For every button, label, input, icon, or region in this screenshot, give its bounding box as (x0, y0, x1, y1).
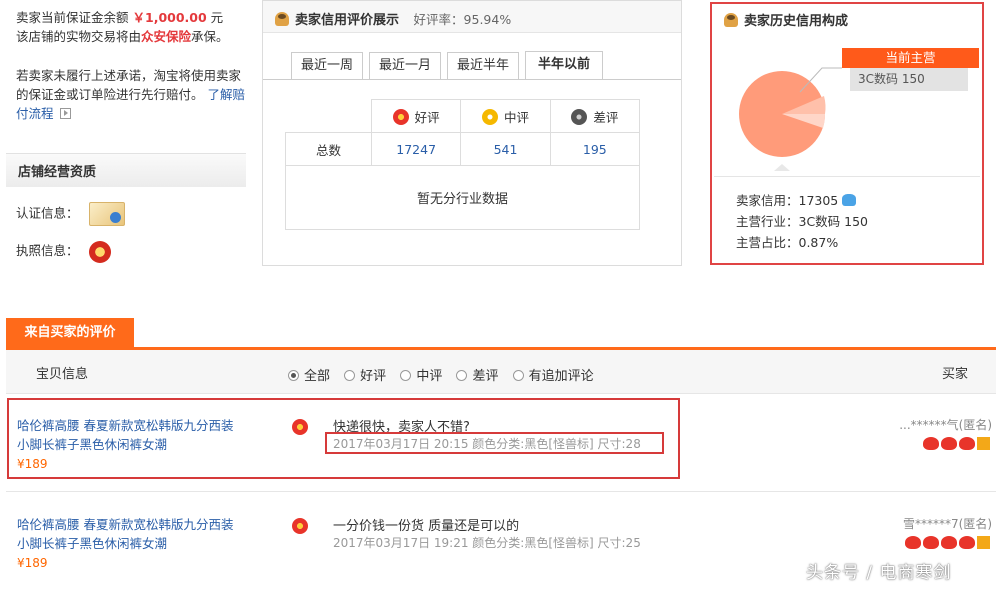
good-review-icon (292, 518, 308, 534)
insurance-label: 该店铺的实物交易将由 (16, 29, 142, 44)
mid-header: 中评 (460, 99, 551, 133)
seller-icon (275, 12, 289, 26)
history-divider (714, 176, 980, 177)
license-badge-icon[interactable] (88, 240, 111, 263)
good-count[interactable]: 17247 (370, 132, 462, 166)
heart-icon (923, 536, 939, 549)
review-filter-row: 宝贝信息 全部 好评 中评 差评 有追加评论 买家 (6, 350, 996, 394)
filter-followup-label: 有追加评论 (528, 369, 594, 384)
mid-flower-icon (481, 108, 498, 125)
industry-line: 主营行业：3C数码 150 (736, 214, 869, 229)
buyer-level-hearts (921, 436, 990, 450)
filter-mid-label: 中评 (416, 369, 443, 384)
product-price: ¥189 (17, 556, 48, 570)
heart-icon (923, 437, 939, 450)
bad-header: 差评 (549, 99, 641, 133)
history-panel: 卖家历史信用构成 当前主营 3C数码 150 卖家信用：17305 主营行业：3… (710, 2, 984, 265)
product-info: 哈伦裤高腰 春夏新款宽松韩版九分西装小脚长裤子黑色休闲裤女潮 ¥189 (17, 515, 237, 573)
review-divider (6, 491, 996, 492)
history-details: 卖家信用：17305 主营行业：3C数码 150 主营占比：0.87% (736, 190, 868, 253)
crown-icon (842, 194, 857, 206)
filter-all-label: 全部 (304, 369, 331, 384)
good-header: 好评 (370, 99, 462, 133)
no-industry-data: 暂无分行业数据 (285, 165, 640, 230)
mid-count[interactable]: 541 (460, 132, 551, 166)
tab-before-half-year[interactable]: 半年以前 (525, 51, 603, 80)
credit-table: 好评 中评 差评 总数 17247 541 195 暂无分行业数据 (285, 99, 641, 230)
insurance-suffix: 承保。 (191, 29, 229, 44)
seller-icon (724, 13, 738, 27)
highlight-meta-box (325, 432, 664, 454)
buyer-name: ...******气(匿名) (899, 418, 992, 432)
radio-all[interactable] (288, 370, 299, 381)
pie-pointer-arrow (774, 164, 790, 171)
history-header: 卖家历史信用构成 (712, 4, 982, 34)
buyer-level-hearts (903, 535, 990, 549)
good-header-label: 好评 (414, 109, 440, 125)
guarantee-label: 卖家当前保证金余额 (16, 10, 129, 25)
mid-header-label: 中评 (503, 109, 529, 125)
radio-bad[interactable] (456, 370, 468, 381)
total-label: 总数 (285, 132, 372, 166)
credit-panel-header: 卖家信用评价展示 好评率：95.94% (263, 1, 681, 33)
review-text: 一分价钱一份货 质量还是可以的 (333, 519, 520, 534)
filter-good-label: 好评 (360, 369, 387, 384)
good-flower-icon (392, 108, 409, 125)
heart-icon (941, 536, 957, 549)
arrow-right-icon[interactable] (59, 108, 71, 119)
bad-flower-icon (571, 108, 588, 125)
insurance-name: 众安保险 (141, 29, 192, 44)
heart-icon (959, 536, 975, 549)
filter-bad[interactable]: 差评 (456, 365, 498, 384)
certificate-icon[interactable] (88, 202, 125, 226)
credit-title: 卖家信用评价展示 (295, 13, 400, 28)
review-filters: 全部 好评 中评 差评 有追加评论 (288, 365, 604, 384)
cert-row: 认证信息： (16, 202, 125, 226)
level-icon (977, 536, 990, 549)
filter-good[interactable]: 好评 (344, 365, 386, 384)
qualification-header: 店铺经营资质 (6, 153, 246, 187)
tab-last-half-year[interactable]: 最近半年 (447, 52, 519, 79)
guarantee-unit: 元 (210, 10, 224, 25)
credit-value: 卖家信用：17305 (736, 193, 839, 208)
tab-divider (263, 79, 681, 80)
heart-icon (941, 437, 957, 450)
heart-icon (959, 437, 975, 450)
main-business-tag: 当前主营 (842, 48, 979, 68)
guarantee-info: 卖家当前保证金余额 ￥1,000.00 元 该店铺的实物交易将由众安保险承保。 (16, 8, 248, 46)
tab-last-week[interactable]: 最近一周 (291, 52, 363, 79)
empty-header (285, 99, 372, 133)
history-title: 卖家历史信用构成 (744, 14, 849, 29)
filter-mid[interactable]: 中评 (400, 365, 442, 384)
filter-bad-label: 差评 (472, 369, 499, 384)
share-line: 主营占比：0.87% (736, 235, 839, 250)
license-row: 执照信息： (16, 240, 111, 263)
main-category: 3C数码 150 (850, 68, 968, 91)
watermark: 头条号 / 电商寒剑 (806, 563, 952, 583)
cert-label: 认证信息： (16, 205, 79, 221)
review-meta: 2017年03月17日 19:21 颜色分类:黑色[怪兽标] 尺寸:25 (333, 536, 641, 550)
bad-count[interactable]: 195 (549, 132, 641, 166)
filter-followup[interactable]: 有追加评论 (512, 365, 594, 384)
radio-followup[interactable] (512, 370, 524, 381)
qualification-title: 店铺经营资质 (18, 165, 97, 180)
credit-line: 卖家信用：17305 (736, 190, 868, 211)
buyer-name: 雪******7(匿名) (903, 517, 992, 531)
col-buyer: 买家 (941, 367, 968, 382)
bad-header-label: 差评 (593, 109, 619, 125)
radio-good[interactable] (344, 370, 356, 381)
buyer-reviews-tab[interactable]: 来自买家的评价 (6, 318, 134, 348)
col-item-info: 宝贝信息 (36, 367, 89, 382)
tab-last-month[interactable]: 最近一月 (369, 52, 441, 79)
positive-rate: 好评率：95.94% (413, 12, 512, 27)
product-link[interactable]: 哈伦裤高腰 春夏新款宽松韩版九分西装小脚长裤子黑色休闲裤女潮 (17, 517, 233, 551)
guarantee-amount: ￥1,000.00 (132, 10, 207, 25)
radio-mid[interactable] (400, 370, 412, 381)
level-icon (977, 437, 990, 450)
license-label: 执照信息： (16, 243, 79, 258)
heart-icon (905, 536, 921, 549)
promise-info: 若卖家未履行上述承诺，淘宝将使用卖家的保证金或订单险进行先行赔付。 了解赔付流程 (16, 66, 248, 123)
filter-all[interactable]: 全部 (288, 365, 330, 384)
credit-panel: 卖家信用评价展示 好评率：95.94% 最近一周 最近一月 最近半年 半年以前 … (262, 0, 682, 266)
